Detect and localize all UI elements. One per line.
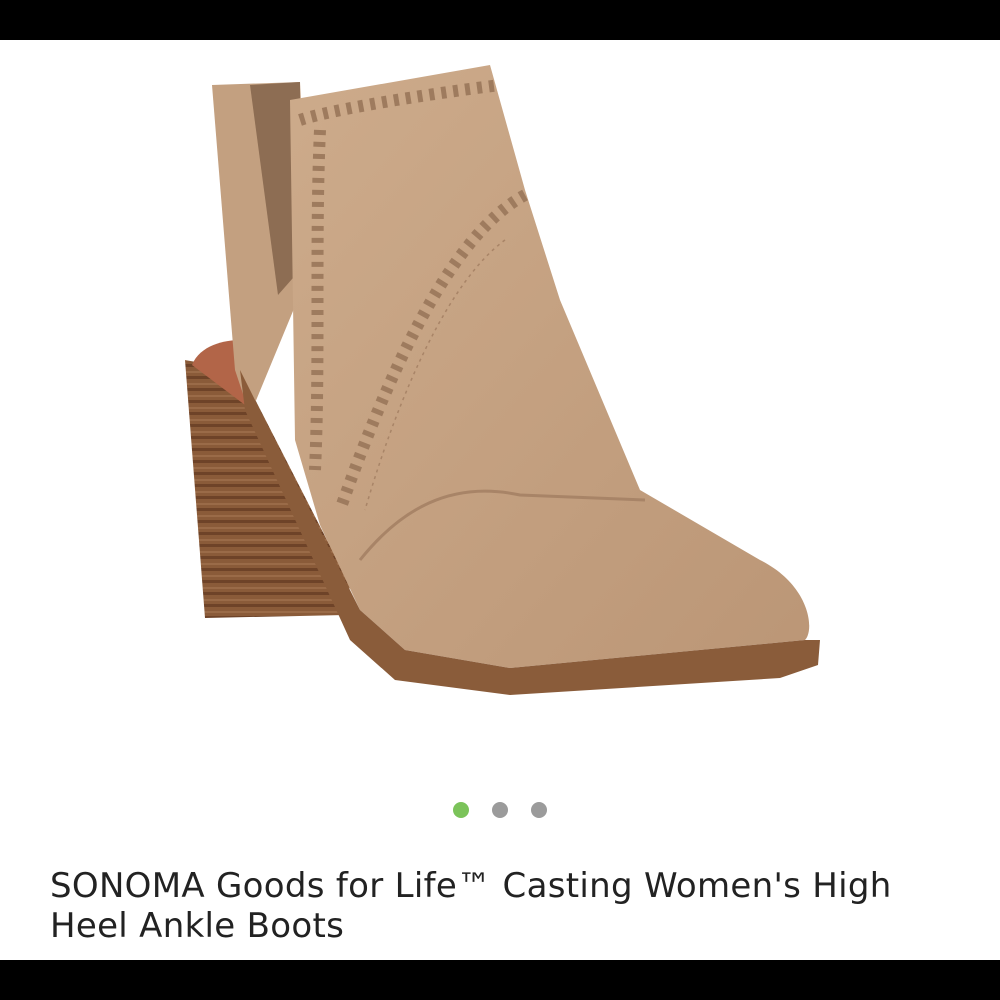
product-screen: SONOMA Goods for Life™ Casting Women's H… [0,40,1000,960]
phone-frame: SONOMA Goods for Life™ Casting Women's H… [0,0,1000,1000]
whipstitch-left [309,129,326,471]
carousel-pager [0,802,1000,818]
product-image-carousel[interactable] [0,40,1000,780]
product-title: SONOMA Goods for Life™ Casting Women's H… [50,866,892,946]
carousel-dot-2[interactable] [492,802,508,818]
carousel-dot-1[interactable] [453,802,469,818]
carousel-dot-3[interactable] [531,802,547,818]
boot-upper-shape [290,65,810,668]
product-image [185,65,820,695]
